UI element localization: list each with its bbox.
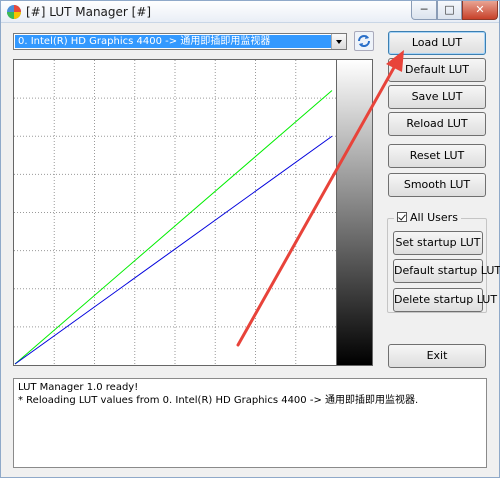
grayscale-gradient-strip (337, 59, 373, 366)
refresh-button[interactable] (354, 31, 374, 51)
smooth-lut-button[interactable]: Smooth LUT (388, 173, 486, 197)
title-bar[interactable]: [#] LUT Manager [#] ─ □ ✕ (1, 1, 499, 23)
default-startup-lut-button[interactable]: Default startup LUT (393, 259, 500, 283)
device-selected-value: 0. Intel(R) HD Graphics 4400 -> 通用即插即用监视… (15, 35, 331, 48)
checkbox-check-icon[interactable] (397, 212, 407, 222)
all-users-checkbox[interactable]: All Users (394, 211, 461, 225)
lut-curve-plot (14, 60, 336, 365)
window-title: [#] LUT Manager [#] (26, 5, 152, 19)
reset-lut-button[interactable]: Reset LUT (388, 144, 486, 168)
exit-button[interactable]: Exit (388, 344, 486, 368)
load-lut-button[interactable]: Load LUT (388, 31, 486, 55)
delete-startup-lut-button[interactable]: Delete startup LUT (393, 288, 497, 312)
refresh-icon (358, 35, 370, 47)
log-line: LUT Manager 1.0 ready! (18, 382, 139, 393)
device-dropdown[interactable]: 0. Intel(R) HD Graphics 4400 -> 通用即插即用监视… (13, 33, 347, 50)
lut-curve-0 (14, 90, 333, 365)
maximize-button[interactable]: □ (437, 1, 462, 20)
app-icon (7, 5, 21, 19)
minimize-button[interactable]: ─ (411, 1, 437, 20)
log-line: * Reloading LUT values from 0. Intel(R) … (18, 395, 419, 406)
chevron-down-icon[interactable] (331, 34, 346, 49)
default-lut-button[interactable]: Default LUT (388, 58, 486, 82)
lut-manager-window: [#] LUT Manager [#] ─ □ ✕ 0. Intel(R) HD… (0, 0, 500, 478)
save-lut-button[interactable]: Save LUT (388, 85, 486, 109)
lut-curve-graph[interactable] (13, 59, 337, 366)
all-users-label: All Users (410, 211, 458, 224)
set-startup-lut-button[interactable]: Set startup LUT (393, 231, 483, 255)
log-output[interactable]: LUT Manager 1.0 ready! * Reloading LUT v… (13, 378, 487, 468)
reload-lut-button[interactable]: Reload LUT (388, 112, 486, 136)
close-button[interactable]: ✕ (462, 1, 498, 20)
